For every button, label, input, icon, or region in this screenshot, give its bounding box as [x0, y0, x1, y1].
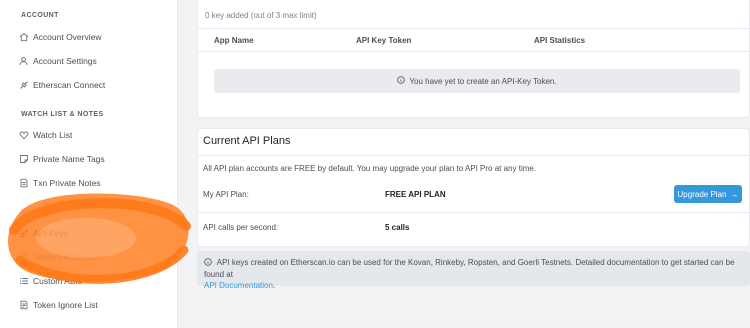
sidebar-item-label: Etherscan Connect — [33, 80, 106, 90]
sidebar: ACCOUNT Account Overview Account Setting… — [0, 0, 178, 328]
sidebar-item-verified-addresses[interactable]: Verified Addresses — [19, 249, 169, 265]
upgrade-plan-label: Upgrade Plan — [677, 189, 727, 199]
api-plans-title: Current API Plans — [203, 135, 291, 147]
list-icon — [19, 276, 29, 286]
divider — [198, 28, 750, 29]
sidebar-item-label: Txn Private Notes — [33, 178, 101, 188]
sidebar-item-label: Verified Addresses — [33, 252, 104, 262]
api-plan-value: FREE API PLAN — [385, 190, 446, 199]
arrow-right-icon: → — [730, 189, 739, 199]
sidebar-item-watch-list[interactable]: Watch List — [19, 127, 169, 143]
sidebar-item-account-settings[interactable]: Account Settings — [19, 53, 169, 69]
column-header-api-statistics: API Statistics — [534, 36, 586, 45]
home-icon — [19, 32, 29, 42]
empty-state-message: You have yet to create an API-Key Token. — [214, 69, 740, 93]
empty-state-text: You have yet to create an API-Key Token. — [409, 76, 557, 86]
tag-icon — [19, 154, 29, 164]
note-icon — [19, 178, 29, 188]
sidebar-item-etherscan-connect[interactable]: Etherscan Connect — [19, 77, 169, 93]
sidebar-item-private-name-tags[interactable]: Private Name Tags — [19, 151, 169, 167]
sidebar-item-token-ignore-list[interactable]: Token Ignore List — [19, 297, 169, 313]
sidebar-item-label: Custom ABIs — [33, 276, 83, 286]
divider — [198, 155, 750, 156]
sidebar-item-api-keys[interactable]: API Keys — [19, 225, 169, 241]
sidebar-heading-watch-list: WATCH LIST & NOTES — [21, 111, 104, 118]
connect-icon — [19, 80, 29, 90]
api-plans-description: All API plan accounts are FREE by defaul… — [203, 164, 537, 173]
upgrade-plan-button[interactable]: Upgrade Plan → — [674, 185, 742, 203]
sidebar-item-txn-private-notes[interactable]: Txn Private Notes — [19, 175, 169, 191]
api-key-count: 0 key added (out of 3 max limit) — [205, 11, 317, 20]
table-header-divider — [198, 51, 750, 52]
user-settings-icon — [19, 56, 29, 66]
sidebar-item-label: Private Name Tags — [33, 154, 105, 164]
sidebar-heading-others: OTHERS — [21, 209, 53, 216]
heart-icon — [19, 130, 29, 140]
info-icon — [397, 76, 406, 86]
key-icon — [19, 228, 29, 238]
notice-text: API keys created on Etherscan.io can be … — [204, 258, 735, 279]
sidebar-item-label: Account Settings — [33, 56, 97, 66]
sidebar-item-account-overview[interactable]: Account Overview — [19, 29, 169, 45]
sidebar-heading-account: ACCOUNT — [21, 12, 59, 19]
sidebar-item-label: Account Overview — [33, 32, 102, 42]
divider — [198, 212, 750, 213]
api-plan-label: My API Plan: — [203, 190, 249, 199]
column-header-api-key-token: API Key Token — [356, 36, 412, 45]
sidebar-item-custom-abis[interactable]: Custom ABIs — [19, 273, 169, 289]
api-calls-value: 5 calls — [385, 223, 410, 232]
api-documentation-link[interactable]: API Documentation — [204, 281, 273, 290]
column-header-app-name: App Name — [214, 36, 254, 45]
document-icon — [19, 300, 29, 310]
sidebar-item-label: Watch List — [33, 130, 73, 140]
info-icon — [204, 258, 217, 267]
api-calls-label: API calls per second: — [203, 223, 279, 232]
sidebar-item-label: Token Ignore List — [33, 300, 98, 310]
sidebar-item-label: API Keys — [33, 228, 68, 238]
testnet-notice: API keys created on Etherscan.io can be … — [197, 251, 750, 290]
check-circle-icon — [19, 252, 29, 262]
notice-suffix: . — [272, 281, 276, 290]
